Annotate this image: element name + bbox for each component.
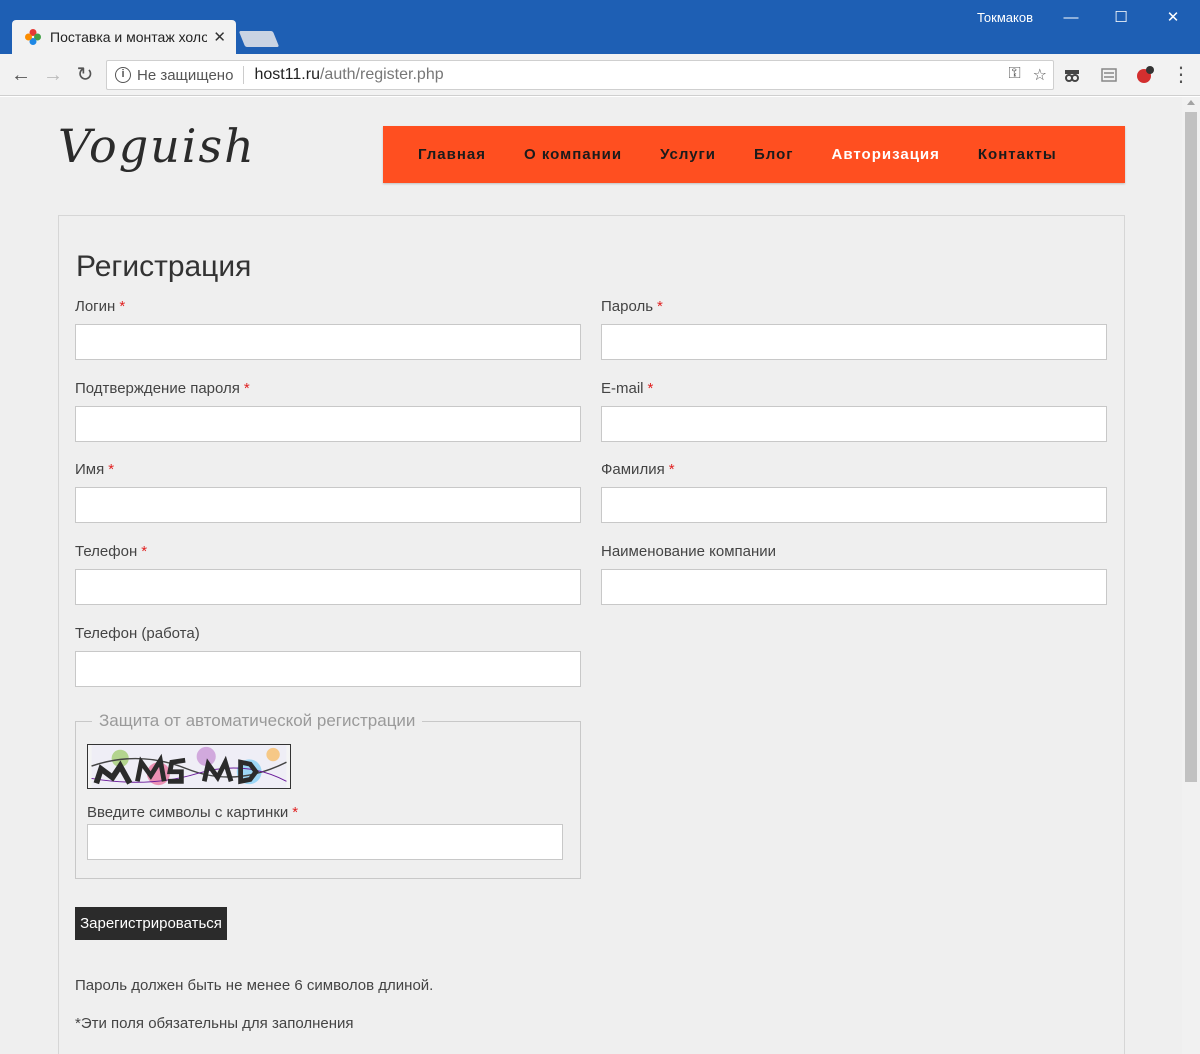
phone-work-label-text: Телефон (работа) (75, 625, 200, 642)
required-mark: * (668, 461, 675, 478)
new-tab-button[interactable] (238, 31, 280, 47)
info-icon[interactable]: i (115, 67, 131, 83)
required-mark: * (108, 461, 115, 478)
login-label: Логин * (75, 298, 125, 315)
reload-icon[interactable]: ↻ (74, 64, 96, 86)
nav-item-home[interactable]: Главная (418, 146, 486, 163)
minimize-icon[interactable]: — (1061, 8, 1081, 28)
reader-extension-icon[interactable] (1100, 66, 1118, 84)
scroll-up-icon[interactable] (1187, 100, 1195, 105)
password-confirm-label: Подтверждение пароля * (75, 380, 250, 397)
company-label: Наименование компании (601, 543, 776, 560)
phone-label-text: Телефон (75, 543, 138, 560)
window-titlebar: Поставка и монтаж холо ✕ Токмаков — ☐ ✕ (0, 0, 1200, 54)
captcha-label-text: Введите символы с картинки (87, 804, 289, 821)
password-confirm-input[interactable] (75, 406, 581, 442)
url-path: /auth/register.php (319, 66, 444, 83)
browser-menu-icon[interactable]: ⋮ (1170, 64, 1192, 86)
email-label-text: E-mail (601, 380, 644, 397)
password-length-note: Пароль должен быть не менее 6 символов д… (75, 977, 434, 994)
required-mark: * (119, 298, 126, 315)
email-input[interactable] (601, 406, 1107, 442)
last-name-label-text: Фамилия (601, 461, 665, 478)
main-nav: Главная О компании Услуги Блог Авторизац… (383, 126, 1125, 183)
registration-panel: Регистрация Логин * Пароль * Подтверждение… (58, 215, 1125, 1054)
profile-name[interactable]: Токмаков (977, 10, 1033, 25)
site-favicon-icon (25, 29, 41, 45)
maximize-icon[interactable]: ☐ (1111, 8, 1131, 28)
login-label-text: Логин (75, 298, 116, 315)
email-label: E-mail * (601, 380, 653, 397)
first-name-input[interactable] (75, 487, 581, 523)
browser-toolbar: ← → ↻ i Не защищено host11.ru/auth/regis… (0, 54, 1200, 96)
page-scrollbar[interactable] (1182, 97, 1200, 1054)
nav-item-about[interactable]: О компании (524, 146, 622, 163)
omnibox-actions: ⚿ ☆ (1008, 65, 1047, 85)
password-label: Пароль * (601, 298, 663, 315)
url-host: host11.ru (254, 66, 320, 83)
browser-tab[interactable]: Поставка и монтаж холо ✕ (12, 20, 236, 54)
url-text[interactable]: host11.ru/auth/register.php (254, 66, 443, 84)
required-mark: * (657, 298, 663, 315)
adblock-extension-icon[interactable] (1136, 66, 1154, 84)
nav-item-services[interactable]: Услуги (660, 146, 716, 163)
last-name-label: Фамилия * (601, 461, 675, 478)
nav-item-blog[interactable]: Блог (754, 146, 794, 163)
nav-item-contacts[interactable]: Контакты (978, 146, 1057, 163)
password-key-icon[interactable]: ⚿ (1008, 65, 1020, 85)
close-window-icon[interactable]: ✕ (1163, 8, 1183, 28)
company-label-text: Наименование компании (601, 543, 777, 560)
forward-icon[interactable]: → (42, 64, 64, 86)
required-mark: * (243, 380, 250, 397)
password-input[interactable] (601, 324, 1107, 360)
tab-title: Поставка и монтаж холо (50, 29, 208, 45)
company-input[interactable] (601, 569, 1107, 605)
omnibox-divider (243, 66, 245, 84)
required-mark: * (141, 543, 148, 560)
password-label-text: Пароль (601, 298, 654, 315)
captcha-input-label: Введите символы с картинки * (87, 804, 298, 821)
captcha-input[interactable] (87, 824, 563, 860)
required-mark: * (647, 380, 654, 397)
page-title: Регистрация (76, 250, 252, 283)
site-logo[interactable]: Voguish (58, 119, 256, 173)
scroll-thumb[interactable] (1185, 112, 1197, 782)
security-status[interactable]: Не защищено (137, 67, 233, 84)
nav-item-auth[interactable]: Авторизация (832, 146, 940, 163)
phone-work-input[interactable] (75, 651, 581, 687)
tab-close-icon[interactable]: ✕ (213, 28, 226, 46)
first-name-label: Имя * (75, 461, 114, 478)
last-name-input[interactable] (601, 487, 1107, 523)
address-bar[interactable]: i Не защищено host11.ru/auth/register.ph… (106, 60, 1054, 90)
captcha-legend: Защита от автоматической регистрации (92, 711, 423, 731)
required-fields-note: *Эти поля обязательны для заполнения (75, 1015, 354, 1032)
incognito-extension-icon[interactable] (1063, 66, 1081, 84)
phone-input[interactable] (75, 569, 581, 605)
login-input[interactable] (75, 324, 581, 360)
captcha-image (87, 744, 291, 789)
phone-label: Телефон * (75, 543, 147, 560)
captcha-fieldset: Защита от автоматической регистрации Вве… (75, 711, 581, 879)
bookmark-star-icon[interactable]: ☆ (1033, 65, 1047, 85)
required-mark: * (292, 804, 299, 821)
back-icon[interactable]: ← (10, 64, 32, 86)
page-viewport: Voguish Главная О компании Услуги Блог А… (0, 97, 1182, 1054)
phone-work-label: Телефон (работа) (75, 625, 200, 642)
first-name-label-text: Имя (75, 461, 105, 478)
register-button[interactable]: Зарегистрироваться (75, 907, 227, 940)
password-confirm-label-text: Подтверждение пароля (75, 380, 240, 397)
